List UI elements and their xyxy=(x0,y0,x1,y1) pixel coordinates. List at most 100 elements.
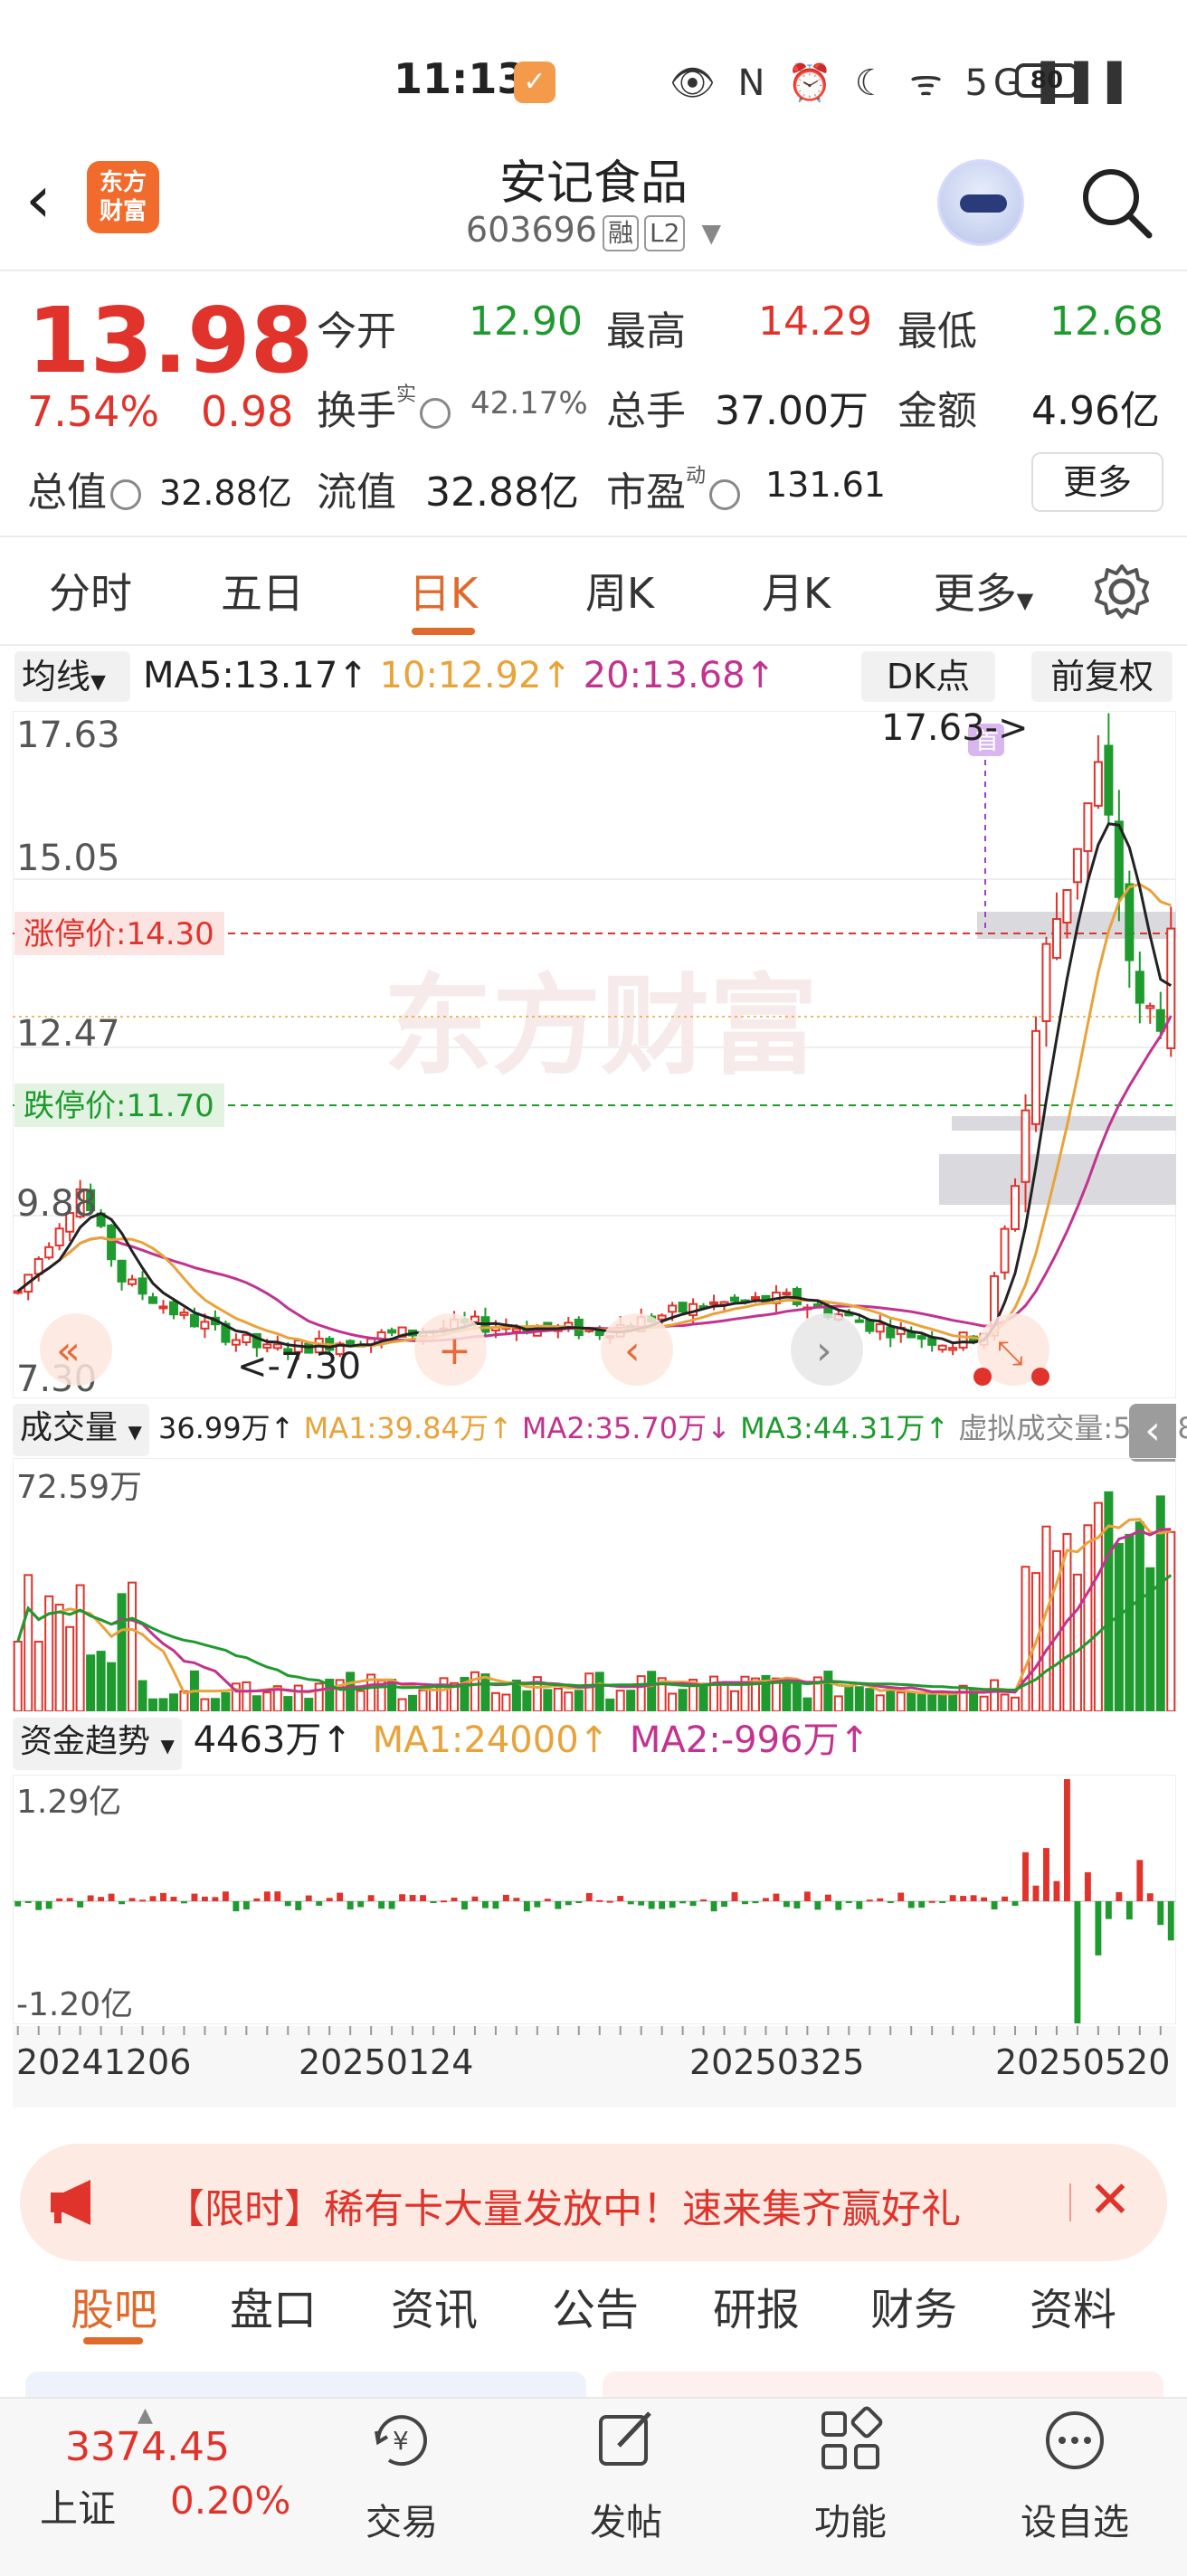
low-value: 12.68 xyxy=(1049,298,1163,345)
pe-label[interactable]: 市盈动 xyxy=(606,459,744,517)
volume-bar xyxy=(293,1684,303,1711)
candle-body xyxy=(937,1344,947,1351)
kline-chart[interactable]: 东方财富 首 17.63-> <-7.30 17.63 15.05 12.47 … xyxy=(13,711,1176,1398)
volume-bar xyxy=(1072,1573,1082,1711)
candle-body xyxy=(678,1302,688,1313)
promo-banner[interactable]: 【限时】稀有卡大量发放中！速来集齐赢好礼 ✕ xyxy=(20,2144,1167,2261)
candle-body xyxy=(1155,1009,1165,1032)
dk-point-button[interactable]: DK点 xyxy=(861,651,995,702)
fund-flow-bar xyxy=(907,1901,915,1908)
tab-weekly-k[interactable]: 周K xyxy=(561,561,679,620)
index-value[interactable]: 3374.45 xyxy=(65,2424,230,2470)
tab-announcements[interactable]: 公告 xyxy=(539,2274,651,2337)
tab-active-indicator xyxy=(412,628,475,635)
fund-flow-bar xyxy=(866,1899,873,1902)
yen-refresh-icon: ¥ xyxy=(375,2415,427,2467)
ma10-value: 10:12.92↑ xyxy=(379,655,572,696)
fund-flow-bar xyxy=(253,1898,261,1901)
ma-select[interactable]: 均线▼ xyxy=(14,651,130,702)
fund-flow-bar xyxy=(451,1898,458,1901)
float-label: 流值 xyxy=(317,469,396,516)
indicator-dot xyxy=(1031,1368,1049,1386)
y-label-max: 17.63 xyxy=(16,715,120,756)
volume-bar xyxy=(86,1654,96,1711)
tab-intraday[interactable]: 分时 xyxy=(36,561,145,620)
search-icon[interactable] xyxy=(1077,163,1158,244)
volume-bar xyxy=(647,1671,657,1711)
expand-icon: ⤡ xyxy=(997,1335,1023,1372)
index-percent: 0.20% xyxy=(170,2478,291,2523)
fund-flow-bar xyxy=(669,1901,676,1908)
fund-flow-bar xyxy=(960,1896,967,1901)
amount-value: 4.96亿 xyxy=(1031,388,1160,434)
tab-five-day[interactable]: 五日 xyxy=(208,561,317,620)
margin-tag: 融 xyxy=(602,215,639,251)
tab-more[interactable]: 更多▼ xyxy=(916,561,1051,620)
fund-flow-bar xyxy=(399,1894,406,1901)
pe-label-text: 市盈 xyxy=(606,469,686,516)
nav-watchlist[interactable]: 设自选 xyxy=(993,2406,1156,2545)
fund-flow-bar xyxy=(523,1901,530,1912)
volume-bar xyxy=(33,1641,43,1711)
collapse-panel-button[interactable]: ‹ xyxy=(1129,1404,1176,1462)
tab-financials[interactable]: 财务 xyxy=(858,2274,970,2337)
fund-flow-bar xyxy=(295,1901,302,1910)
tab-news[interactable]: 资讯 xyxy=(378,2274,490,2337)
volume-bar xyxy=(678,1689,688,1711)
candle-body xyxy=(179,1312,189,1316)
fund-flow-bar xyxy=(378,1901,385,1909)
volume-bar xyxy=(833,1695,843,1711)
volume-bar xyxy=(24,1574,33,1711)
volume-select[interactable]: 成交量 ▼ xyxy=(13,1404,149,1456)
stock-code: 603696 xyxy=(465,210,597,250)
tab-order-book[interactable]: 盘口 xyxy=(217,2274,329,2337)
mktcap-label[interactable]: 总值 xyxy=(27,459,145,517)
fund-flow-bar xyxy=(970,1895,977,1901)
fund-flow-bar xyxy=(1011,1901,1019,1907)
nav-functions[interactable]: 功能 xyxy=(769,2406,932,2545)
volume-bar xyxy=(252,1695,261,1711)
date-ticks xyxy=(16,2026,1162,2035)
volume-ma2: MA2:35.70万↓ xyxy=(521,1411,731,1445)
dropdown-arrow-icon: ▼ xyxy=(90,671,106,694)
nav-post[interactable]: 发帖 xyxy=(545,2406,707,2545)
volume-bar xyxy=(128,1581,138,1711)
volume-bar xyxy=(1000,1693,1010,1711)
fund-flow-max-label: 1.29亿 xyxy=(16,1784,121,1821)
tab-research[interactable]: 研报 xyxy=(700,2274,812,2337)
tab-monthly-k[interactable]: 月K xyxy=(737,561,855,620)
turnover-label[interactable]: 换手实 xyxy=(317,378,454,436)
fund-flow-bar xyxy=(128,1898,136,1901)
adjust-button[interactable]: 前复权 xyxy=(1031,651,1173,702)
volume-ma3: MA3:44.31万↑ xyxy=(740,1411,950,1445)
tab-profile[interactable]: 资料 xyxy=(1017,2274,1129,2337)
nav-trade-label: 交易 xyxy=(366,2502,438,2543)
gear-icon[interactable] xyxy=(1093,563,1151,620)
tab-daily-k[interactable]: 日K xyxy=(385,561,502,620)
volume-bar xyxy=(875,1694,885,1711)
volume-bar xyxy=(13,1640,23,1711)
volume-bar xyxy=(854,1686,864,1711)
volume-bar xyxy=(865,1688,875,1711)
close-icon[interactable]: ✕ xyxy=(1078,2169,1142,2232)
fund-flow-select[interactable]: 资金趋势 ▼ xyxy=(13,1718,182,1770)
assistant-avatar[interactable] xyxy=(937,159,1024,246)
volume-bar xyxy=(522,1690,532,1711)
more-button[interactable]: 更多 xyxy=(1031,452,1163,512)
volume-ma1: MA1:39.84万↑ xyxy=(303,1411,513,1445)
candle-body xyxy=(33,1257,43,1275)
fund-flow-bar xyxy=(1167,1901,1174,1941)
fund-flow-bar xyxy=(149,1896,157,1901)
volume-bar xyxy=(107,1662,117,1711)
min-marker-label: <-7.30 xyxy=(237,1346,361,1387)
nav-trade[interactable]: ¥ 交易 xyxy=(320,2406,483,2545)
ma-values: MA5:13.17↑ 10:12.92↑ 20:13.68↑ xyxy=(143,655,775,696)
volume-select-label: 成交量 xyxy=(20,1409,119,1446)
candle-body xyxy=(158,1305,168,1310)
volume-bar xyxy=(990,1679,1000,1711)
float-value: 32.88亿 xyxy=(425,469,579,516)
left-icon: ‹ xyxy=(624,1328,641,1374)
fund-flow-bar xyxy=(357,1901,365,1908)
volume-bar xyxy=(96,1651,106,1711)
tab-guba[interactable]: 股吧 xyxy=(58,2274,170,2337)
